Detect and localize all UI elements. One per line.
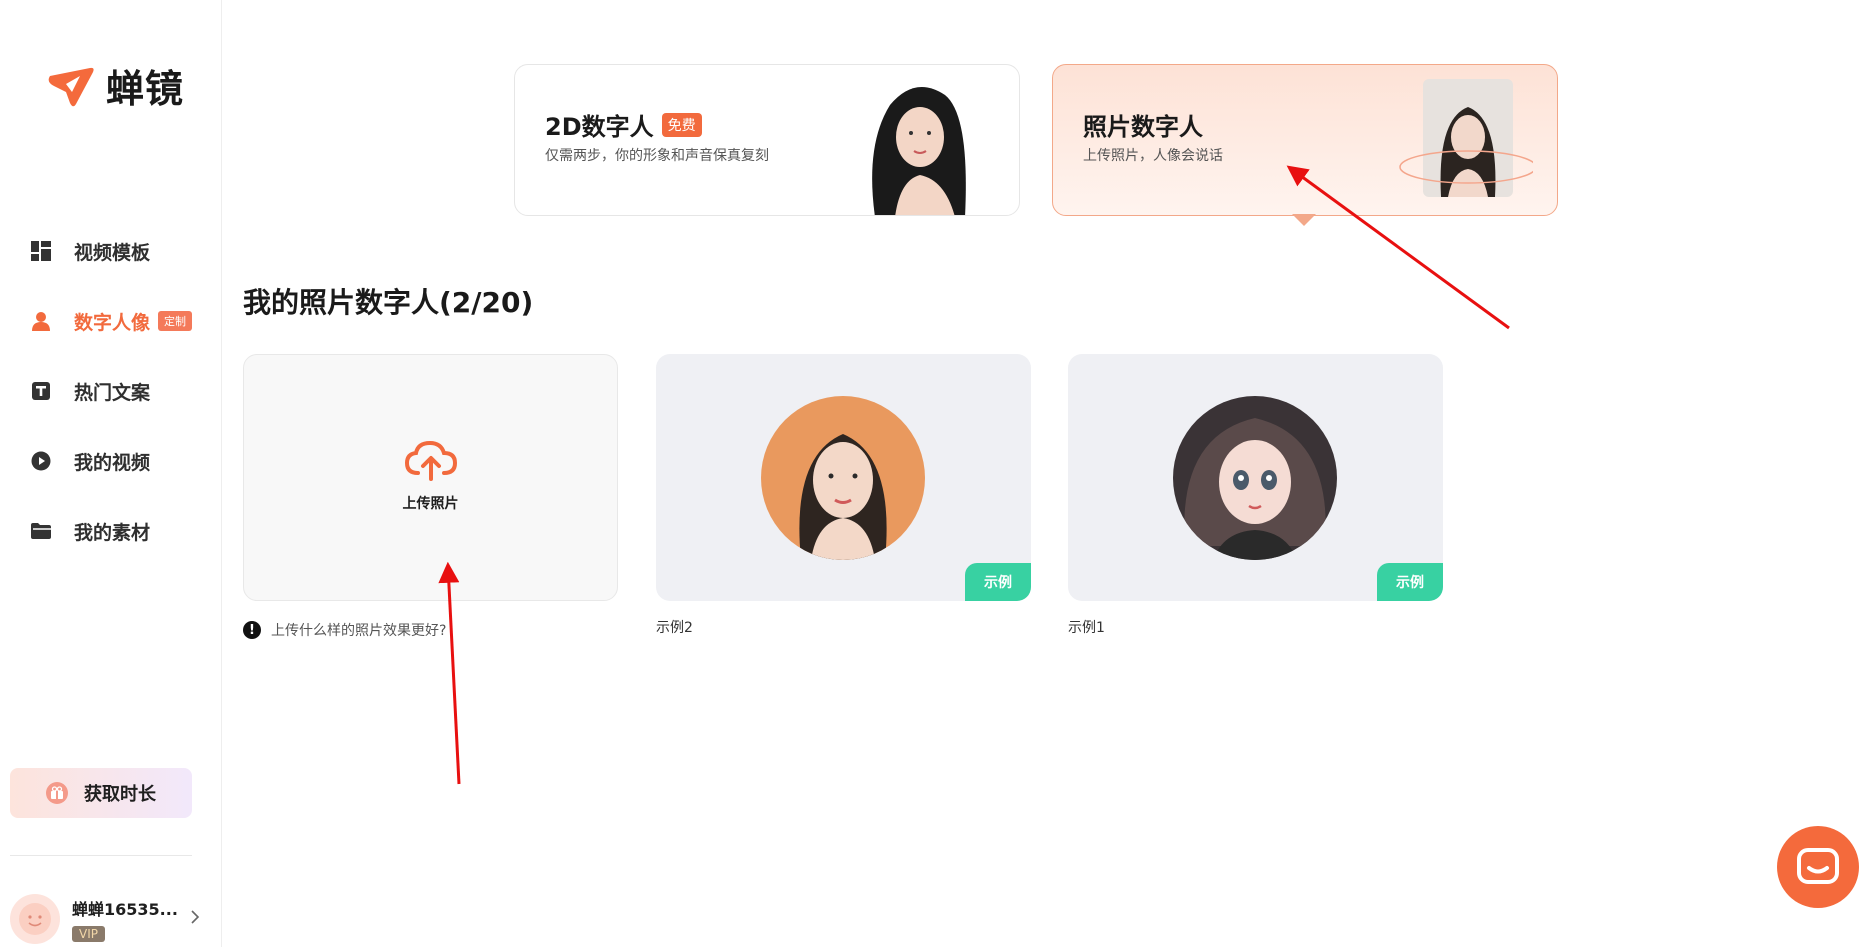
brand-logo[interactable]: 蝉镜 <box>46 58 184 113</box>
sidebar-item-label: 我的视频 <box>74 451 151 474</box>
card-subtitle: 仅需两步，你的形象和声音保真复刻 <box>545 148 769 164</box>
example-card[interactable]: 示例 <box>1068 354 1443 601</box>
sidebar-divider <box>10 855 192 856</box>
upload-tips-link[interactable]: ! 上传什么样的照片效果更好? <box>243 620 446 640</box>
user-name: 蝉蝉16535... <box>72 900 178 919</box>
chanjing-logo-icon <box>48 67 94 106</box>
card-title-text: 照片数字人 <box>1083 113 1203 141</box>
example-tag: 示例 <box>965 563 1031 601</box>
avatar <box>10 894 60 944</box>
play-circle-icon <box>30 450 52 472</box>
get-time-label: 获取时长 <box>84 784 156 805</box>
chat-icon <box>1797 848 1839 884</box>
card-title: 照片数字人 <box>1083 107 1203 142</box>
sidebar-item-label: 数字人像 <box>74 311 151 334</box>
user-profile[interactable]: 蝉蝉16535... VIP <box>10 893 200 945</box>
sidebar-item-video-templates[interactable]: 视频模板 <box>0 216 222 286</box>
card-title-text: 2D数字人 <box>545 113 654 141</box>
card-photo-digital-human[interactable]: 照片数字人 上传照片，人像会说话 <box>1052 64 1558 216</box>
brand-name: 蝉镜 <box>106 67 185 111</box>
upload-content: 上传照片 <box>244 439 617 513</box>
text-doc-icon <box>30 380 52 402</box>
sidebar: 蝉镜 视频模板 数字人像 定制 热门文案 我的视频 我的素材 获取时长 蝉蝉16… <box>0 0 222 947</box>
card-2d-digital-human[interactable]: 2D数字人 免费 仅需两步，你的形象和声音保真复刻 <box>514 64 1020 216</box>
selected-card-pointer <box>1292 214 1316 226</box>
sidebar-item-my-videos[interactable]: 我的视频 <box>0 426 222 496</box>
sidebar-item-label: 我的素材 <box>74 521 151 544</box>
upload-photo-button[interactable]: 上传照片 <box>243 354 618 601</box>
custom-badge: 定制 <box>158 311 193 331</box>
example-portrait-image <box>761 396 925 560</box>
exclamation-icon: ! <box>243 621 261 639</box>
example-card[interactable]: 示例 <box>656 354 1031 601</box>
user-info: 蝉蝉16535... VIP <box>72 896 178 942</box>
upload-label: 上传照片 <box>402 496 459 512</box>
cloud-upload-icon <box>404 440 457 481</box>
user-icon <box>30 310 52 332</box>
card-title: 2D数字人 免费 <box>545 107 702 142</box>
photo-portrait-image <box>1399 79 1533 197</box>
example-caption: 示例2 <box>656 620 693 636</box>
sidebar-item-my-materials[interactable]: 我的素材 <box>0 496 222 566</box>
section-title: 我的照片数字人(2/20) <box>243 286 534 319</box>
get-time-button[interactable]: 获取时长 <box>10 768 192 818</box>
chevron-right-icon <box>190 909 200 929</box>
free-badge: 免费 <box>661 112 702 137</box>
woman-portrait-image <box>872 87 966 215</box>
vip-badge: VIP <box>72 926 105 942</box>
example-portrait-image <box>1173 396 1337 560</box>
sidebar-item-label: 视频模板 <box>74 241 151 264</box>
sidebar-nav: 视频模板 数字人像 定制 热门文案 我的视频 我的素材 <box>0 216 222 566</box>
sidebar-item-digital-portrait[interactable]: 数字人像 定制 <box>0 286 222 356</box>
sidebar-item-hot-copy[interactable]: 热门文案 <box>0 356 222 426</box>
folder-icon <box>30 520 52 542</box>
upload-hint-text: 上传什么样的照片效果更好? <box>271 623 447 639</box>
example-caption: 示例1 <box>1068 620 1105 636</box>
gift-icon <box>46 782 68 804</box>
dashboard-icon <box>30 240 52 262</box>
customer-service-button[interactable] <box>1777 826 1859 908</box>
example-tag: 示例 <box>1377 563 1443 601</box>
card-subtitle: 上传照片，人像会说话 <box>1083 148 1223 164</box>
sidebar-item-label: 热门文案 <box>74 381 151 404</box>
